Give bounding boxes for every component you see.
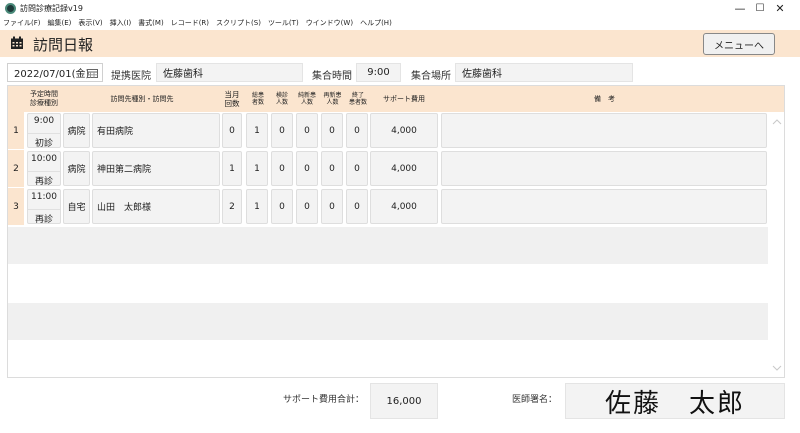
new-cell[interactable]: 0 [296,113,318,148]
total-cell[interactable]: 1 [246,151,268,186]
header-time: 予定時間 診療種別 [30,90,58,107]
menu-window[interactable]: ウインドウ(W) [306,17,353,30]
row-number: 1 [8,112,24,149]
meet-place-field[interactable]: 佐藤歯科 [455,63,633,82]
new-cell[interactable]: 0 [296,189,318,224]
clinic-label: 提携医院 [111,71,151,82]
page-title: 訪問日報 [33,36,94,54]
app-icon [5,3,16,14]
header-month-count: 当月 回数 [224,89,240,108]
renew-cell[interactable]: 0 [321,113,343,148]
row-number: 3 [8,188,24,225]
page-header: 訪問日報 [0,30,800,57]
total-cell[interactable]: 1 [246,189,268,224]
close-button[interactable]: ✕ [760,0,800,17]
header-remarks: 備 考 [594,94,615,103]
remarks-cell[interactable] [441,113,767,148]
menu-file[interactable]: ファイル(F) [3,17,41,30]
date-value: 2022/07/01(金) [14,69,90,80]
fee-cell[interactable]: 4,000 [370,151,438,186]
dest-type-cell[interactable]: 病院 [63,151,90,186]
dest-cell[interactable]: 神田第二病院 [92,151,220,186]
remarks-cell[interactable] [441,151,767,186]
ended-cell[interactable]: 0 [346,151,368,186]
menu-records[interactable]: レコード(R) [171,17,209,30]
ended-cell[interactable]: 0 [346,113,368,148]
visit-kind: 初診 [28,133,60,149]
menu-help[interactable]: ヘルプ(H) [360,17,392,30]
date-field[interactable]: 2022/07/01(金) [7,63,103,82]
visit-kind: 再診 [28,171,60,187]
header-renew: 再新患 人数 [323,91,342,107]
menu-view[interactable]: 表示(V) [78,17,102,30]
doctor-signature[interactable]: 佐藤 太郎 [565,383,785,419]
menu-tools[interactable]: ツール(T) [268,17,299,30]
header-new: 純新患 人数 [297,91,316,107]
month-count-cell[interactable]: 0 [222,113,242,148]
exam-cell[interactable]: 0 [271,151,293,186]
menu-insert[interactable]: 挿入(I) [110,17,132,30]
fee-cell[interactable]: 4,000 [370,189,438,224]
menu-format[interactable]: 書式(M) [138,17,164,30]
visit-kind: 再診 [28,209,60,225]
visit-table: 予定時間 診療種別 訪問先種別・訪問先 当月 回数 総患 者数 検診 人数 純新… [7,85,785,378]
header-total: 総患 者数 [251,91,264,107]
empty-row [8,303,768,340]
header-ended: 終了 患者数 [348,91,367,107]
menu-button[interactable]: メニューへ [703,33,775,55]
empty-row [8,227,768,264]
calendar-icon [11,36,23,49]
meet-time-label: 集合時間 [312,71,352,82]
support-total-field: 16,000 [370,383,438,419]
month-count-cell[interactable]: 2 [222,189,242,224]
fee-cell[interactable]: 4,000 [370,113,438,148]
support-total-label: サポート費用合計： [283,395,365,405]
renew-cell[interactable]: 0 [321,151,343,186]
ended-cell[interactable]: 0 [346,189,368,224]
time-cell[interactable]: 10:00 再診 [27,151,61,187]
dest-type-cell[interactable]: 自宅 [63,189,90,224]
time-value: 9:00 [33,116,55,126]
header-destination: 訪問先種別・訪問先 [110,94,174,103]
table-header: 予定時間 診療種別 訪問先種別・訪問先 当月 回数 総患 者数 検診 人数 純新… [8,86,784,112]
menu-scripts[interactable]: スクリプト(S) [216,17,261,30]
date-picker-icon[interactable] [87,68,98,78]
title-bar: 訪問診療記録v19 — ☐ ✕ [0,0,800,17]
new-cell[interactable]: 0 [296,151,318,186]
meet-place-label: 集合場所 [411,71,451,82]
header-support-fee: サポート費用 [383,94,425,103]
signature-label: 医師署名： [512,395,558,405]
time-value: 11:00 [31,192,57,202]
dest-cell[interactable]: 有田病院 [92,113,220,148]
vertical-scrollbar[interactable] [770,116,784,374]
header-exam: 検診 人数 [275,91,288,107]
exam-cell[interactable]: 0 [271,113,293,148]
time-cell[interactable]: 11:00 再診 [27,189,61,225]
dest-cell[interactable]: 山田 太郎様 [92,189,220,224]
dest-type-cell[interactable]: 病院 [63,113,90,148]
remarks-cell[interactable] [441,189,767,224]
time-value: 10:00 [31,154,57,164]
clinic-field[interactable]: 佐藤歯科 [156,63,303,82]
exam-cell[interactable]: 0 [271,189,293,224]
window-title: 訪問診療記録v19 [20,4,83,13]
row-number: 2 [8,150,24,187]
month-count-cell[interactable]: 1 [222,151,242,186]
menu-bar: ファイル(F) 編集(E) 表示(V) 挿入(I) 書式(M) レコード(R) … [0,17,800,30]
menu-edit[interactable]: 編集(E) [48,17,72,30]
time-cell[interactable]: 9:00 初診 [27,113,61,149]
total-cell[interactable]: 1 [246,113,268,148]
renew-cell[interactable]: 0 [321,189,343,224]
meet-time-field[interactable]: 9:00 [356,63,401,82]
